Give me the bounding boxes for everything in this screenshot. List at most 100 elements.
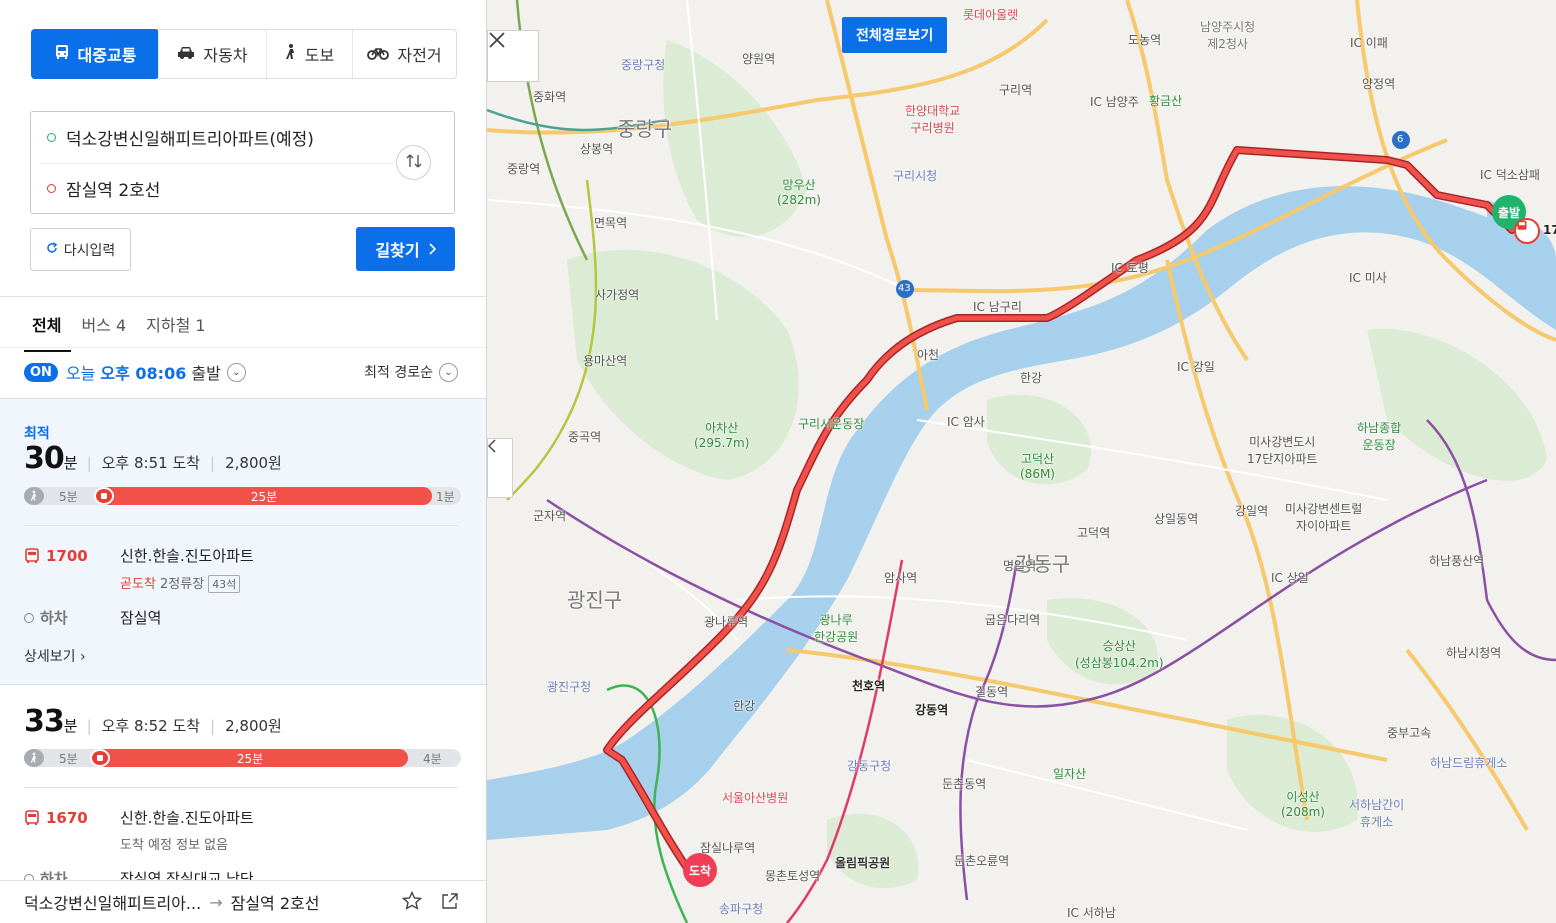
tab-bicycle[interactable]: 자전거 xyxy=(352,30,456,78)
share-icon[interactable] xyxy=(440,891,460,915)
tab-public-transit[interactable]: 대중교통 xyxy=(31,29,159,79)
detail-link[interactable]: 상세보기 › xyxy=(24,646,86,666)
bottom-destination: 잠실역 2호선 xyxy=(230,894,320,913)
mountain-label: 고덕산 (86M) xyxy=(1020,452,1055,481)
ride-segment: 25분 xyxy=(92,749,408,767)
departure-time[interactable]: 오후 08:06 xyxy=(100,360,186,384)
station-label: 중곡역 xyxy=(568,430,602,444)
tab-public-transit-label: 대중교통 xyxy=(77,46,137,65)
walk-start-time: 5분 xyxy=(59,490,78,504)
destination-field[interactable]: 잠실역 2호선 xyxy=(47,176,160,201)
station-label: 암사역 xyxy=(884,571,918,585)
bicycle-icon xyxy=(367,45,390,64)
alight-label: 하차 xyxy=(24,607,120,628)
board-stop[interactable]: 신한.한솔.진도아파트 xyxy=(120,545,254,566)
hospital-label: 서울아산병원 xyxy=(722,791,789,805)
poi-label: 구리시운동장 xyxy=(798,417,865,431)
close-button[interactable] xyxy=(487,30,539,82)
tab-subway[interactable]: 지하철 1 xyxy=(136,310,215,352)
station-label: 상일동역 xyxy=(1154,512,1199,526)
walk-start-time: 5분 xyxy=(59,752,78,766)
route-summary[interactable]: 33분 | 오후 8:52 도착 | 2,800원 xyxy=(24,704,282,739)
fare: 2,800원 xyxy=(225,717,282,735)
map-view[interactable]: 중랑구 광진구 강동구 한강 한강 망우산 (282m) 아차산 (295.7m) … xyxy=(487,0,1556,923)
route-result-card[interactable]: 최적 30분 | 오후 8:51 도착 | 2,800원 5분 25분 1분 1… xyxy=(0,398,486,685)
bus-stop-marker-icon[interactable] xyxy=(1514,218,1540,244)
bus-leg: 1670 신한.한솔.진도아파트 xyxy=(24,807,254,828)
district-label: 중랑구 xyxy=(617,117,673,141)
divider xyxy=(0,296,486,297)
tab-walk-label: 도보 xyxy=(304,46,335,65)
poi-label: 강동구청 xyxy=(847,759,892,773)
station-label: 중랑역 xyxy=(507,162,541,176)
chevron-down-icon[interactable]: ⌄ xyxy=(439,362,458,382)
duration: 33분 xyxy=(24,704,78,739)
station-label: 하남시청역 xyxy=(1446,646,1502,660)
swap-button[interactable] xyxy=(396,145,431,180)
bus-number[interactable]: 1700 xyxy=(24,547,120,565)
tab-walk[interactable]: 도보 xyxy=(266,30,352,78)
station-label: 강동역 xyxy=(915,703,949,717)
result-filter-tabs: 전체 버스 4 지하철 1 xyxy=(24,310,216,352)
alight-stop: 잠실역 xyxy=(120,609,162,627)
station-label: 둔촌동역 xyxy=(942,777,987,791)
fare: 2,800원 xyxy=(225,454,282,472)
tab-car[interactable]: 자동차 xyxy=(158,30,266,78)
chevron-down-icon[interactable]: ⌄ xyxy=(226,362,246,382)
interchange-label: IC 강일 xyxy=(1177,360,1215,374)
tab-all[interactable]: 전체 xyxy=(24,310,72,352)
station-label: 사가정역 xyxy=(595,288,640,302)
station-label: 잠실나루역 xyxy=(700,841,756,855)
poi-label: 하남종합 운동장 xyxy=(1357,421,1402,452)
arrival-time: 오후 8:52 도착 xyxy=(101,717,201,735)
poi-label: 광진구청 xyxy=(547,680,592,694)
station-label: 면목역 xyxy=(594,216,628,230)
hospital-label: 한양대학교 구리병원 xyxy=(905,104,961,135)
tab-bus[interactable]: 버스 4 xyxy=(71,310,136,352)
tab-bicycle-label: 자전거 xyxy=(397,46,442,65)
bus-icon xyxy=(25,547,39,563)
board-stop[interactable]: 신한.한솔.진도아파트 xyxy=(120,807,254,828)
station-label: 군자역 xyxy=(533,509,567,523)
full-route-button[interactable]: 전체경로보기 xyxy=(842,17,948,53)
poi-label: 올림픽공원 xyxy=(835,856,891,870)
interchange-label: IC 덕소삼패 xyxy=(1480,168,1540,182)
bottom-route-bar: 덕소강변신일해피트리아... → 잠실역 2호선 xyxy=(0,880,486,923)
road-label: 아천 xyxy=(917,348,940,362)
bus-route-label: 17 xyxy=(1543,223,1556,237)
origin-field[interactable]: 덕소강변신일해피트리아파트(예정) xyxy=(47,125,314,150)
sort-select[interactable]: 최적 경로순 xyxy=(364,362,433,382)
route-number-label: 6 xyxy=(1397,134,1404,145)
realtime-on-badge[interactable]: ON xyxy=(24,362,58,382)
station-label: 고덕역 xyxy=(1077,526,1111,540)
end-pin[interactable]: 도착 xyxy=(683,853,717,887)
mountain-label: 망우산 (282m) xyxy=(777,178,821,207)
star-icon[interactable] xyxy=(401,890,423,915)
arrival-time: 오후 8:51 도착 xyxy=(101,454,201,472)
station-label: 중화역 xyxy=(533,90,567,104)
seat-count-badge: 43석 xyxy=(208,575,241,593)
poi-label: 중랑구청 xyxy=(621,58,666,72)
mountain-label: 이성산 (208m) xyxy=(1281,790,1325,819)
interchange-label: IC 남양주 xyxy=(1090,95,1139,109)
bottom-origin: 덕소강변신일해피트리아... xyxy=(24,894,202,913)
station-label: 양정역 xyxy=(1362,77,1396,91)
origin-dot-icon xyxy=(47,133,56,142)
station-label: 구리역 xyxy=(999,83,1033,97)
duration: 30분 xyxy=(24,441,78,476)
station-label: 양원역 xyxy=(742,52,776,66)
tab-car-label: 자동차 xyxy=(203,46,248,65)
search-route-button[interactable]: 길찾기 xyxy=(356,227,455,271)
interchange-label: IC 암사 xyxy=(947,415,985,429)
collapse-panel-button[interactable] xyxy=(487,438,513,498)
route-number-label: 43 xyxy=(898,283,911,294)
bus-number[interactable]: 1670 xyxy=(24,809,120,827)
mountain-label: 승상산 (성삼봉104.2m) xyxy=(1075,639,1164,670)
swap-arrows-icon xyxy=(405,153,423,173)
station-label: 하남풍산역 xyxy=(1429,554,1485,568)
divider xyxy=(0,347,486,348)
destination-dot-icon xyxy=(47,184,56,193)
reset-button[interactable]: 다시입력 xyxy=(30,228,131,271)
station-label: 광나루역 xyxy=(704,615,749,629)
walk-icon xyxy=(24,487,44,505)
